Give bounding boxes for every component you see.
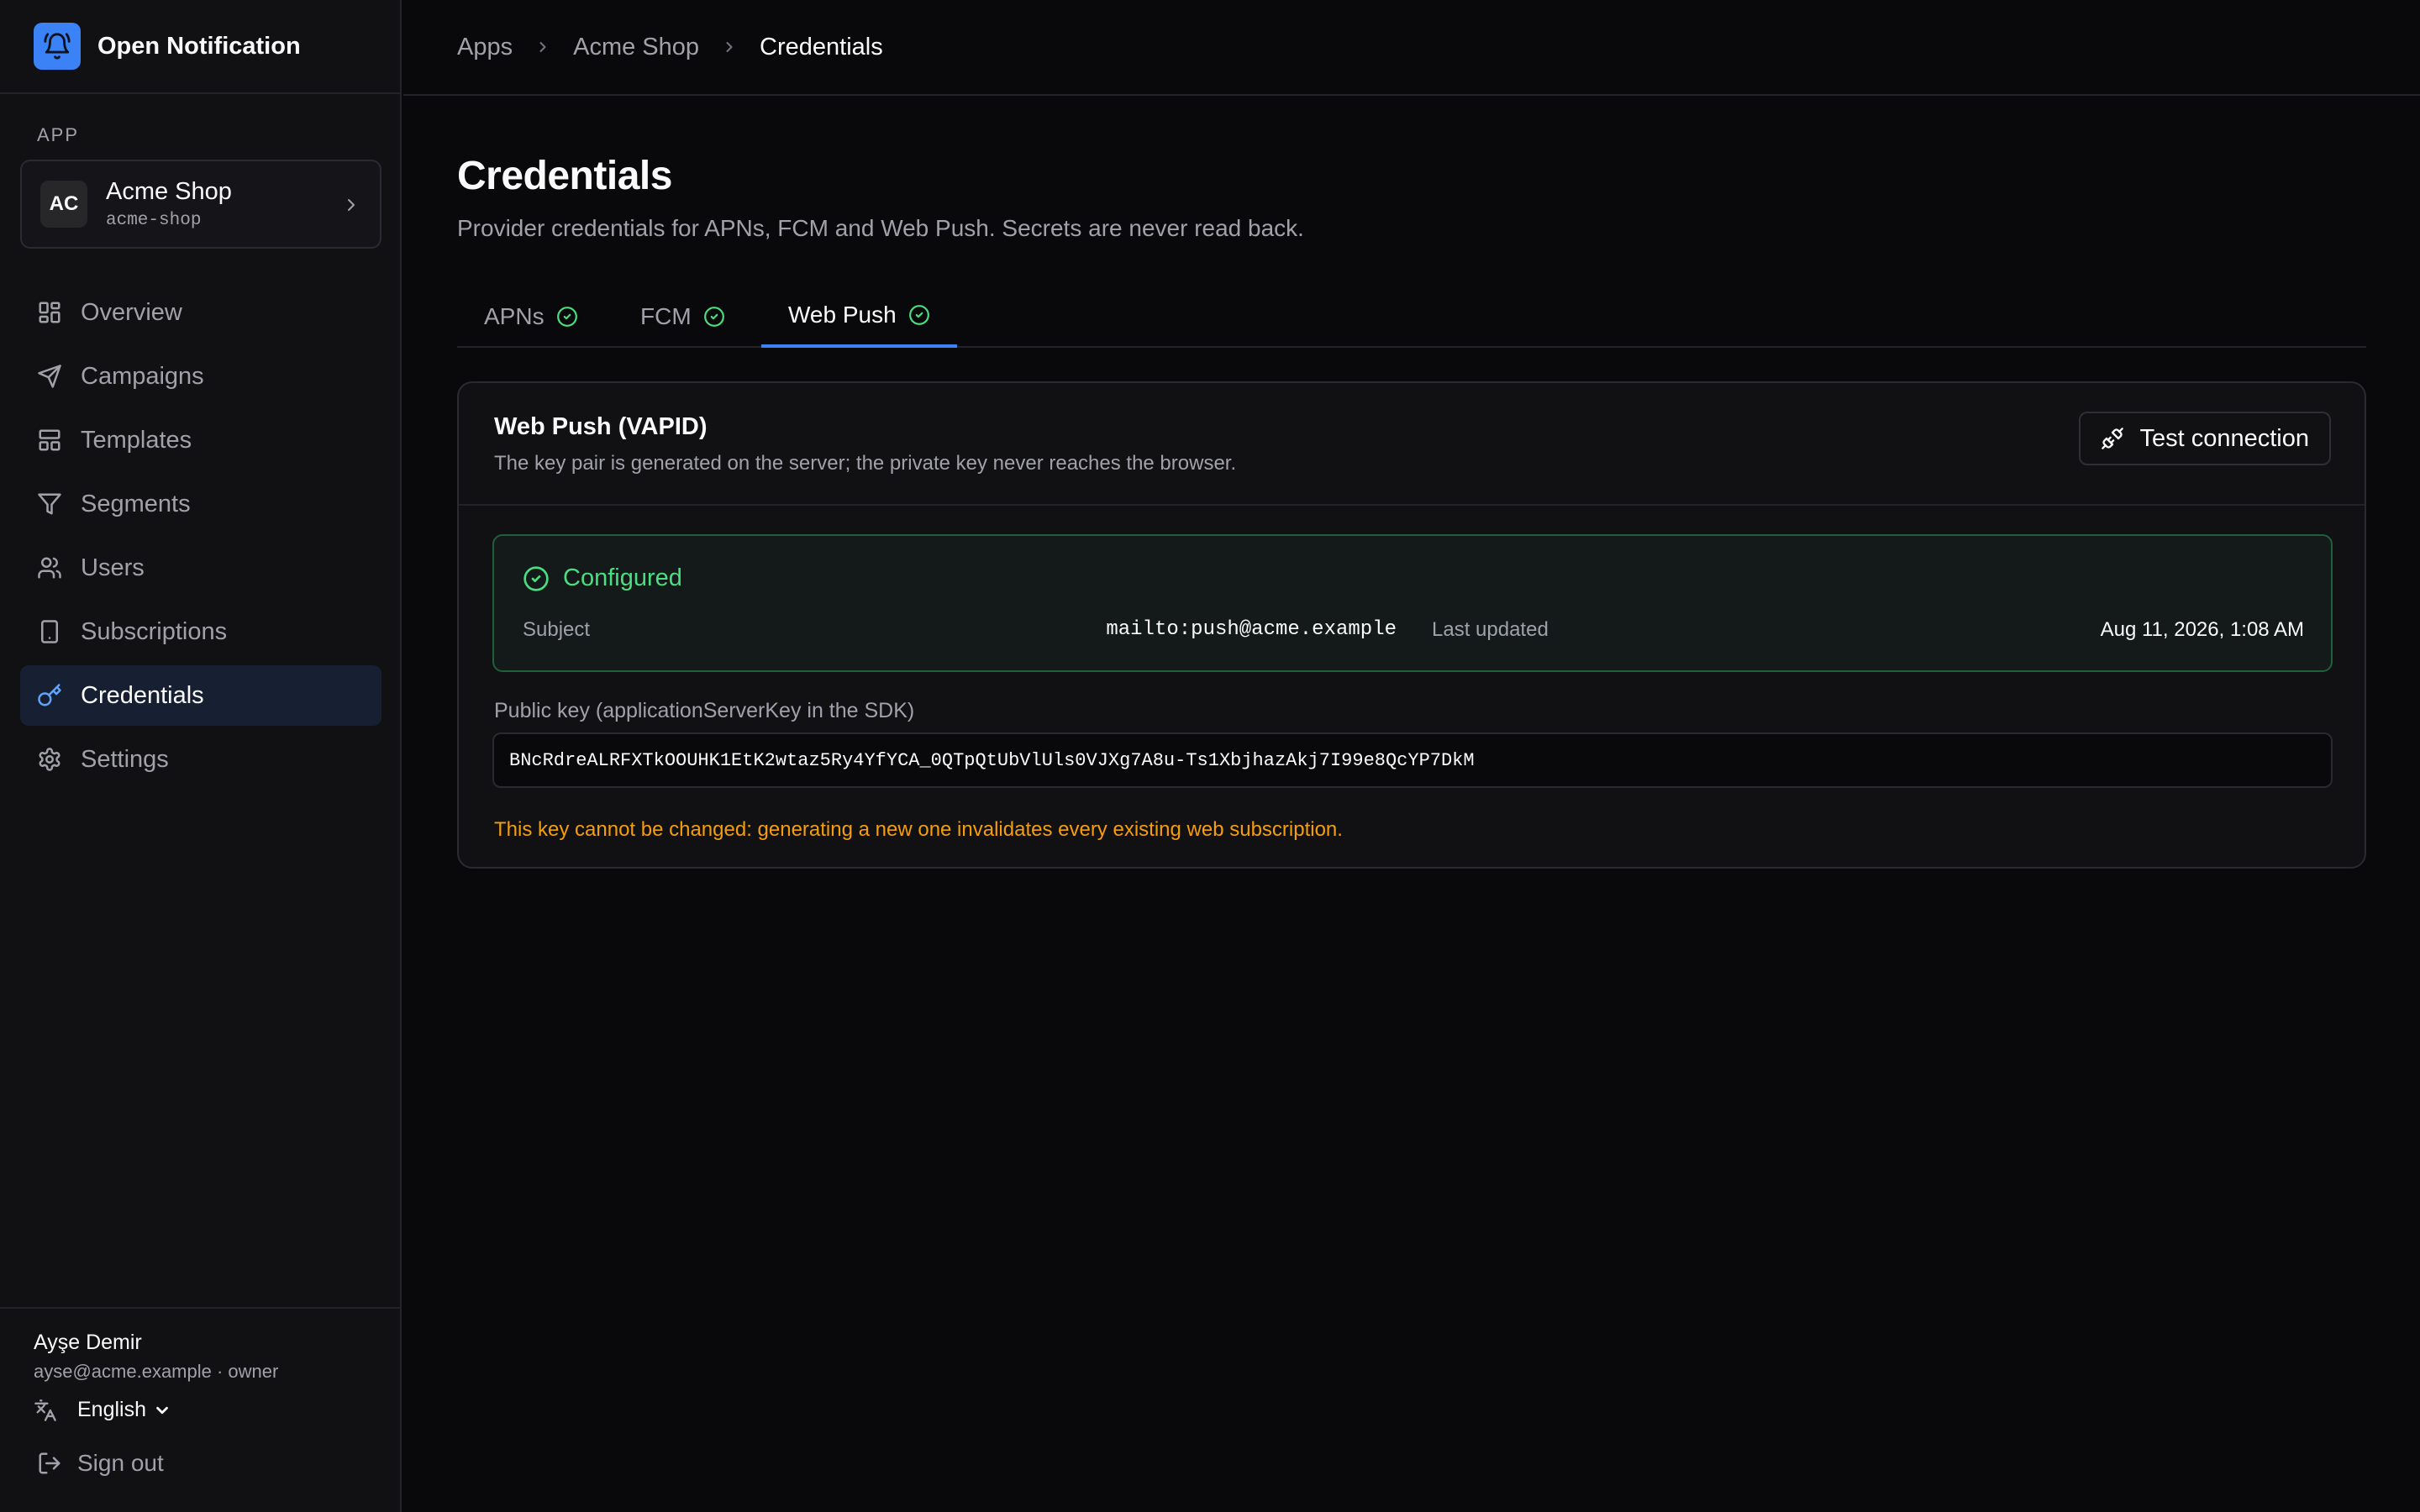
users-icon (38, 557, 61, 579)
layout-icon (39, 429, 60, 451)
sidebar-item-campaigns[interactable]: Campaigns (20, 346, 381, 407)
check-circle-icon (556, 307, 577, 327)
sign-out-button[interactable]: Sign out (37, 1450, 164, 1477)
sidebar-item-credentials[interactable]: Credentials (20, 665, 381, 726)
chevron-right-icon (348, 199, 355, 211)
sidebar-item-label: Campaigns (81, 362, 204, 390)
breadcrumb-current: Credentials (760, 33, 883, 60)
public-key-label: Public key (applicationServerKey in the … (494, 699, 915, 722)
user-name: Ayşe Demir (34, 1331, 142, 1354)
status-box: Configured Subject mailto:push@acme.exam… (492, 534, 2333, 672)
check-circle-icon (523, 565, 549, 591)
status-label: Configured (563, 564, 682, 591)
log-out-icon (39, 1452, 60, 1474)
sidebar-item-subscriptions[interactable]: Subscriptions (20, 601, 381, 662)
sidebar-item-settings[interactable]: Settings (20, 729, 381, 790)
send-icon (38, 365, 61, 388)
sidebar-item-label: Subscriptions (81, 617, 228, 645)
subject-value: mailto:push@acme.example (1106, 618, 1397, 641)
brand-name: Open Notification (97, 32, 301, 60)
app-avatar: AC (40, 181, 87, 228)
sidebar-item-label: Overview (81, 298, 182, 326)
language-label: English (77, 1398, 146, 1421)
status-badge: Configured (523, 564, 682, 592)
tab-label: Web Push (788, 302, 897, 328)
sidebar-item-label: Users (81, 554, 145, 581)
sidebar: Open Notification APP AC Acme Shop acme-… (0, 0, 402, 1512)
grid-icon (39, 302, 60, 323)
filter-icon (38, 493, 61, 515)
sidebar-item-segments[interactable]: Segments (20, 474, 381, 534)
sidebar-item-templates[interactable]: Templates (20, 410, 381, 470)
last-updated-label: Last updated (1432, 618, 1549, 641)
tab-fcm[interactable]: FCM (613, 286, 752, 348)
breadcrumb-app[interactable]: Acme Shop (573, 34, 699, 61)
translate-icon (34, 1399, 56, 1421)
check-circle-icon (703, 307, 724, 327)
sidebar-item-label: Templates (81, 426, 192, 454)
section-label: APP (37, 124, 80, 145)
brand[interactable]: Open Notification (0, 0, 400, 94)
test-connection-button[interactable]: Test connection (2079, 412, 2331, 465)
provider-tabs: APNs FCM Web Push (457, 286, 2366, 348)
app-switcher[interactable]: AC Acme Shop acme-shop (20, 160, 381, 249)
sidebar-footer: Ayşe Demir ayse@acme.example · owner Eng… (0, 1307, 400, 1512)
smartphone-icon (41, 620, 58, 643)
card-header: Web Push (VAPID) The key pair is generat… (459, 383, 2365, 506)
key-warning: This key cannot be changed: generating a… (494, 818, 1343, 841)
tab-label: APNs (484, 303, 544, 329)
sidebar-nav: Overview Campaigns Templates Segments Us… (20, 282, 381, 793)
page-description: Provider credentials for APNs, FCM and W… (457, 215, 1304, 241)
sign-out-label: Sign out (77, 1450, 164, 1476)
chevron-right-icon (721, 39, 738, 55)
gear-icon (39, 748, 60, 771)
check-circle-icon (908, 305, 929, 325)
app-name: Acme Shop (106, 178, 232, 205)
breadcrumb: Apps Acme Shop Credentials (403, 0, 2420, 96)
test-connection-label: Test connection (2139, 424, 2309, 452)
chevron-right-icon (534, 39, 551, 55)
tab-apns[interactable]: APNs (457, 286, 605, 348)
user-meta: ayse@acme.example · owner (34, 1361, 279, 1382)
last-updated-value: Aug 11, 2026, 1:08 AM (2100, 618, 2304, 641)
app-slug: acme-shop (106, 211, 202, 230)
card-title: Web Push (VAPID) (494, 413, 708, 440)
public-key-field[interactable]: BNcRdreALRFXTkOOUHK1EtK2wtaz5Ry4YfYCA_0Q… (492, 732, 2333, 788)
sidebar-item-users[interactable]: Users (20, 538, 381, 598)
bell-icon (34, 23, 81, 70)
breadcrumb-apps[interactable]: Apps (457, 34, 513, 61)
tab-web-push[interactable]: Web Push (761, 286, 957, 348)
subject-label: Subject (523, 618, 591, 641)
sidebar-item-label: Segments (81, 490, 191, 517)
card-description: The key pair is generated on the server;… (494, 452, 1237, 475)
key-icon (38, 684, 61, 706)
chevron-down-icon (156, 1406, 168, 1414)
tab-label: FCM (640, 303, 692, 329)
sidebar-item-label: Credentials (81, 681, 204, 709)
plug-icon (2102, 428, 2124, 449)
web-push-card: Web Push (VAPID) The key pair is generat… (457, 381, 2366, 869)
page-title: Credentials (457, 154, 672, 198)
language-select[interactable]: English (34, 1398, 171, 1422)
sidebar-item-overview[interactable]: Overview (20, 282, 381, 343)
sidebar-item-label: Settings (81, 745, 169, 773)
